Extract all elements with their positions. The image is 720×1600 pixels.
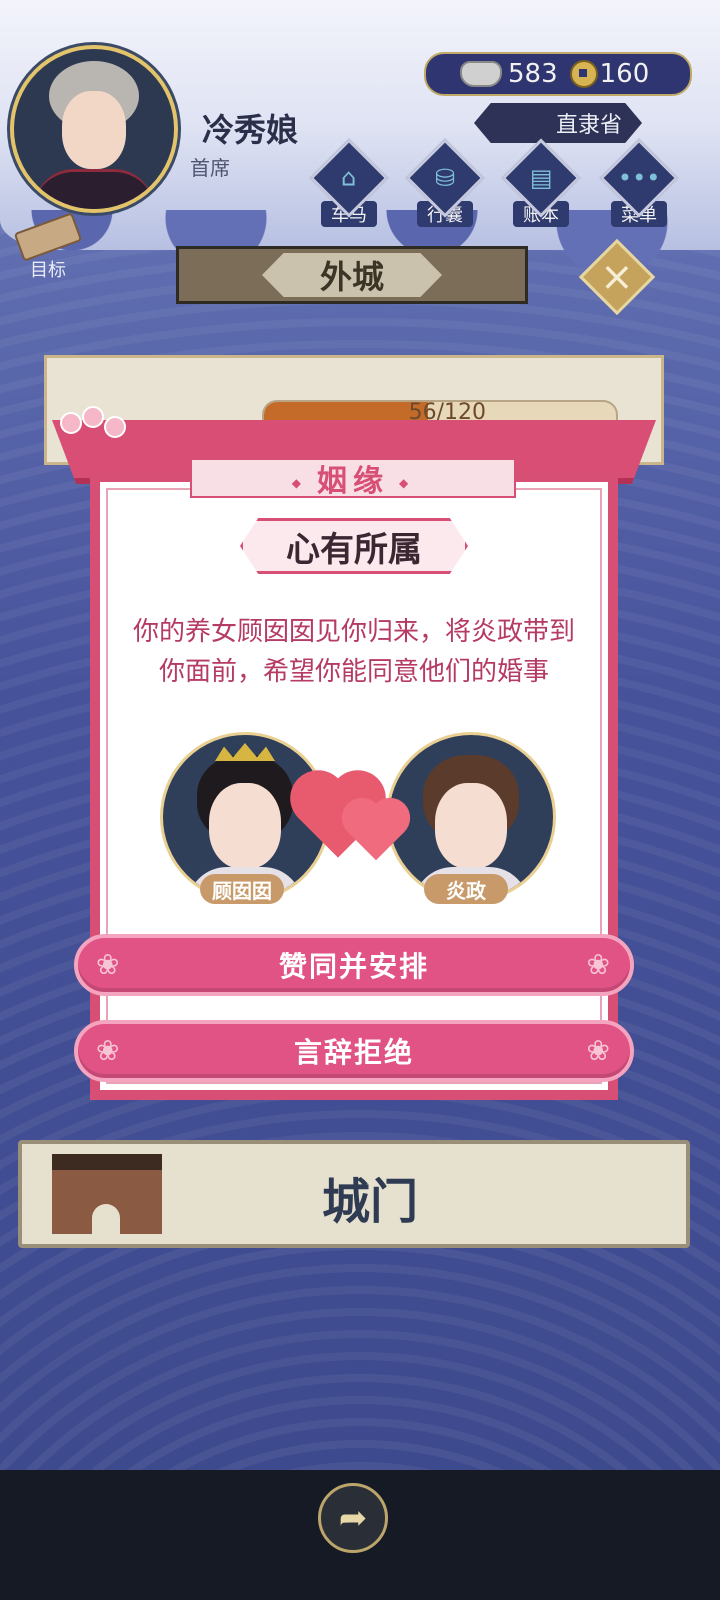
dialog-title: 姻缘 <box>282 456 424 500</box>
nav-bag-button[interactable]: ⛁ 行囊 <box>405 138 485 227</box>
goal-label: 目标 <box>30 260 66 281</box>
share-button[interactable]: ➦ <box>318 1483 388 1553</box>
dialog-subtitle-badge: 心有所属 <box>240 518 468 574</box>
currency-panel[interactable]: 583 160 <box>424 52 692 96</box>
avatar-robe <box>34 169 154 209</box>
goal-button[interactable]: 目标 <box>8 212 88 282</box>
right-name-tag: 炎政 <box>424 874 508 904</box>
location-banner: 外城 <box>176 246 528 304</box>
region-indicator[interactable]: 直隶省 <box>474 103 642 143</box>
dialog-message: 你的养女顾囡囡见你归来，将炎政带到你面前，希望你能同意他们的婚事 <box>132 617 575 687</box>
coin-amount: 160 <box>599 59 650 89</box>
region-label: 直隶省 <box>555 113 622 138</box>
marriage-dialog: 姻缘 心有所属 你的养女顾囡囡见你归来，将炎政带到你面前，希望你能同意他们的婚事… <box>52 406 656 1110</box>
player-avatar[interactable] <box>10 45 178 213</box>
location-title: 外城 <box>262 253 442 297</box>
nav-carriage-button[interactable]: ⌂ 车马 <box>309 138 389 227</box>
player-rank: 首席 <box>190 156 230 180</box>
share-icon: ➦ <box>338 1498 368 1538</box>
silver-ingot-icon <box>460 61 502 87</box>
avatar-face <box>62 91 126 169</box>
left-name-tag: 顾囡囡 <box>200 874 284 904</box>
portrait-right-face <box>435 783 507 869</box>
player-name: 冷秀娘 <box>202 111 299 149</box>
nav-ledger-button[interactable]: ▤ 账本 <box>501 138 581 227</box>
city-gate-row[interactable]: 城门 <box>18 1140 690 1248</box>
copper-coin-icon <box>569 60 598 88</box>
portrait-left-face <box>209 783 281 869</box>
approve-button[interactable]: 赞同并安排 <box>74 934 634 996</box>
close-icon: × <box>600 253 634 300</box>
dialog-title-bar: 姻缘 <box>190 456 516 500</box>
nav-menu-button[interactable]: ••• 菜单 <box>599 138 679 227</box>
city-gate-label: 城门 <box>322 1174 419 1230</box>
crown-icon <box>215 743 275 761</box>
silver-amount: 583 <box>508 59 558 89</box>
blossom-icon <box>54 402 154 442</box>
game-scene: 冷秀娘 首席 583 160 直隶省 ⌂ 车马 ⛁ 行囊 ▤ 账本 ••• 菜单… <box>0 0 720 1500</box>
reject-button[interactable]: 言辞拒绝 <box>74 1020 634 1082</box>
dialog-subtitle: 心有所属 <box>286 529 422 570</box>
city-gate-icon <box>52 1154 162 1234</box>
